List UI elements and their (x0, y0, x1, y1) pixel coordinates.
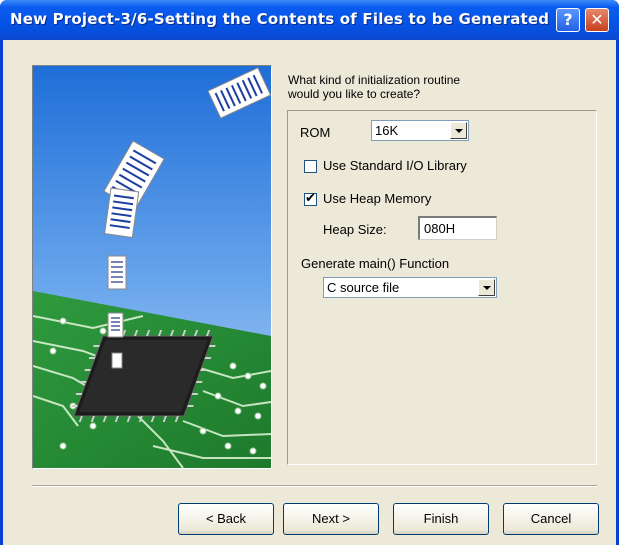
std-io-checkbox[interactable] (304, 160, 317, 173)
chip-and-files-illustration (33, 66, 271, 468)
std-io-label[interactable]: Use Standard I/O Library (323, 158, 467, 173)
wizard-illustration (32, 65, 272, 469)
rom-combobox[interactable]: 16K (371, 120, 469, 141)
generate-main-value: C source file (327, 280, 400, 295)
checkmark-icon: ✔ (305, 191, 316, 206)
rom-dropdown-arrow-icon[interactable] (450, 122, 467, 139)
next-button[interactable]: Next > (283, 503, 379, 535)
generate-main-label: Generate main() Function (301, 256, 450, 271)
instruction-line-1: What kind of initialization routine (288, 73, 461, 87)
heap-size-value: 080H (424, 221, 456, 236)
button-separator (32, 485, 597, 487)
heap-memory-checkbox[interactable]: ✔ (304, 191, 317, 206)
heap-size-label: Heap Size: (323, 222, 387, 237)
heap-size-input[interactable]: 080H (418, 216, 497, 240)
cancel-button[interactable]: Cancel (503, 503, 599, 535)
generate-main-combobox[interactable]: C source file (323, 277, 497, 298)
rom-label: ROM (300, 125, 331, 140)
rom-value: 16K (375, 123, 399, 138)
title-bar[interactable]: New Project-3/6-Setting the Contents of … (0, 0, 619, 40)
instruction-line-2: would you like to create? (288, 87, 421, 101)
finish-button[interactable]: Finish (393, 503, 489, 535)
window-title: New Project-3/6-Setting the Contents of … (10, 10, 550, 28)
back-button[interactable]: < Back (178, 503, 274, 535)
instruction-text: What kind of initialization routine woul… (288, 73, 548, 101)
generate-main-dropdown-arrow-icon[interactable] (478, 279, 495, 296)
close-button[interactable]: ✕ (585, 8, 609, 32)
help-button[interactable]: ? (556, 8, 580, 32)
heap-memory-label[interactable]: Use Heap Memory (323, 191, 431, 206)
